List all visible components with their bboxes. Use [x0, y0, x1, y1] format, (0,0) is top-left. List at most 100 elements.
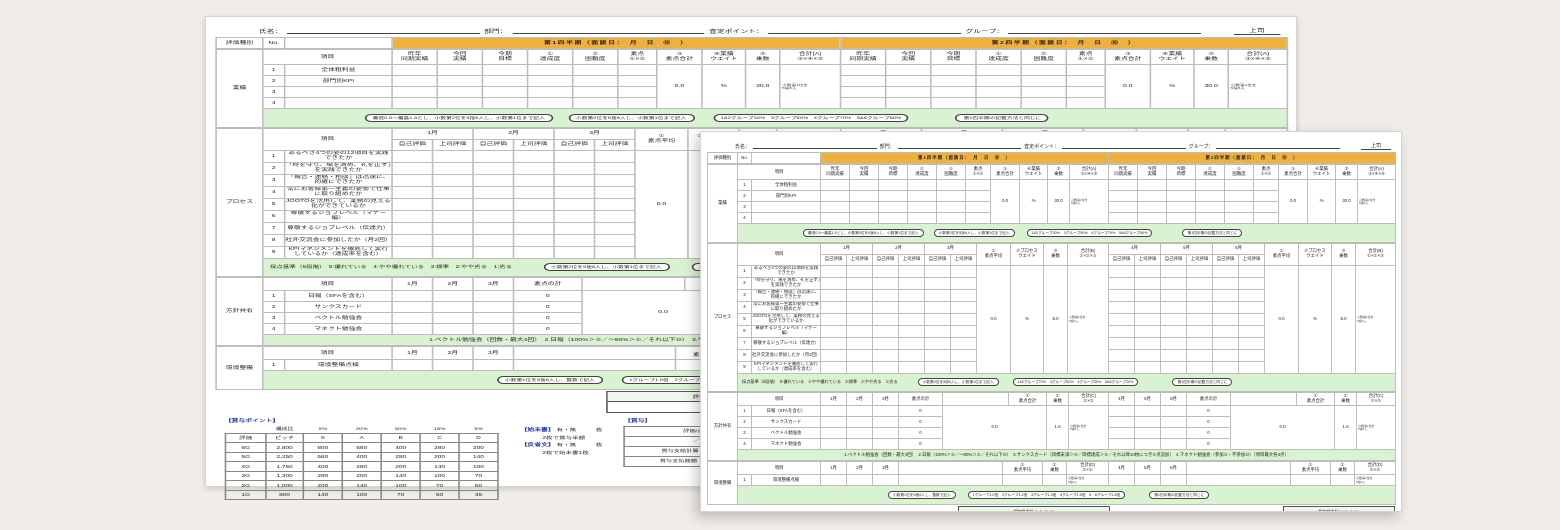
eval-type-input-cell — [752, 153, 821, 164]
cell: 0 — [1187, 428, 1231, 439]
cell: 5G — [225, 452, 265, 462]
cell — [1291, 475, 1331, 486]
cell: 上司評価 — [1135, 254, 1161, 265]
block: 小数第1位を 5捨6入 — [1357, 424, 1395, 432]
performance-table: 業績 項目 昨年 同期実績今回 実績今期 目標① 達成度② 困難度素点 ①×②③… — [707, 164, 1396, 243]
perf-q1-weight: % — [702, 65, 746, 109]
cell — [821, 191, 850, 202]
cell: 35 — [459, 490, 498, 500]
cell — [899, 361, 925, 373]
cell: 1月 — [821, 462, 847, 475]
cell — [473, 234, 513, 246]
cell — [1109, 417, 1135, 428]
process-item: 社外交流会に参加したか（月2回） — [752, 349, 821, 361]
cell — [433, 222, 473, 234]
cell — [966, 191, 991, 202]
cell: 3 — [738, 428, 752, 439]
cell — [1135, 325, 1161, 337]
cell: 項目 — [263, 278, 392, 291]
cell: D — [459, 433, 498, 443]
cell — [1225, 213, 1254, 224]
cell — [1239, 325, 1265, 337]
policy-item: サンクスカード — [285, 302, 392, 313]
block: 1あるべき4つの姿の12項目を実践できたか 0.0 % 5.0 小数第1位を 5… — [708, 265, 1396, 277]
block: 1環境整備点検 小数第1位を 5捨6入 小数第1位を 5捨6入 — [708, 475, 1396, 486]
cell — [473, 360, 513, 371]
cell — [1187, 349, 1213, 361]
cell — [437, 65, 482, 76]
cell: 2G — [225, 481, 265, 491]
cell — [1109, 439, 1135, 450]
cell — [1109, 349, 1135, 361]
block: 評価ピッチSABCD — [225, 433, 497, 443]
block: 小数第1位を 5捨6入 — [1229, 83, 1287, 91]
cell: 7 — [263, 222, 285, 234]
cell: 200 — [420, 452, 459, 462]
reflection-letter-label: 【反省文】 — [521, 442, 555, 447]
block: 2枚で賞与半額 — [521, 434, 603, 442]
cell — [1187, 265, 1213, 277]
cell — [1187, 462, 1291, 475]
cell: ① 達成度 — [976, 50, 1021, 65]
policy-item: 日報（SFAを含む） — [285, 291, 392, 302]
cell — [951, 337, 977, 349]
cell — [931, 65, 976, 76]
perf-instruction-bar: 最低0.5〜最高1.5とし、小数第2位を5捨6入し、小数第1位まで記入 小数第2… — [738, 224, 1396, 243]
cell — [433, 246, 473, 258]
cell: 20% — [342, 426, 381, 434]
cell: 項目 — [263, 128, 392, 150]
cell: 合計(A) ③×④×⑤ — [1070, 165, 1109, 180]
section-label-process: プロセス — [708, 243, 738, 392]
block: 評価種別 No. 第1四半期（面談日： 月 日 ⑯ ） 第2四半期（面談日： 月… — [216, 38, 1287, 49]
cell: 560 — [303, 452, 342, 462]
cell: 3 — [263, 174, 285, 186]
block: 小数第1位を 5捨6入 — [1069, 424, 1108, 432]
block: 2G1,0002001401007050 — [225, 481, 497, 491]
cell: 50 — [459, 481, 498, 491]
cell — [841, 87, 886, 98]
cell: 1,750 — [266, 462, 303, 472]
cell — [1161, 337, 1187, 349]
policy-item: マネクト勉強会 — [752, 439, 821, 450]
cell — [943, 393, 1009, 406]
cell — [1003, 475, 1043, 486]
cell: 5月 — [1161, 243, 1213, 254]
cell: ① 達成度 — [908, 165, 937, 180]
cell: ③ 素点合計 — [991, 165, 1020, 180]
cell — [908, 213, 937, 224]
block: 1日報（SFAを含む） 0 0.0 1.0 小数第1位を 5捨6入 0 0.0 … — [708, 406, 1396, 417]
cell — [392, 174, 432, 186]
cell: 560 — [342, 443, 381, 453]
cell — [1225, 202, 1254, 213]
env-bubble-q2: 第1四半期の記載方法と同じに — [1149, 491, 1209, 499]
cell — [554, 150, 594, 162]
cell: 5月 — [1135, 462, 1161, 475]
policy-q2-multiplier: 1.0 — [1335, 406, 1357, 450]
cell — [437, 98, 482, 109]
process-item: JOOTOを活用して、業務の見える化ができているか — [285, 198, 392, 210]
block: 評価種別 No. 第1四半期（面談日： 月 日 ⑯ ） 第2四半期（面談日： 月… — [708, 153, 1396, 164]
cell — [1239, 313, 1265, 325]
cell — [1187, 337, 1213, 349]
cell: 3 — [738, 202, 752, 213]
cell — [433, 174, 473, 186]
block: 最低0.5〜最高1.5とし、小数第2位を5捨6入し、小数第1位まで記入 小数第2… — [708, 224, 1396, 243]
cell — [573, 98, 618, 109]
item-column-header: 項目 — [738, 165, 821, 180]
cell — [1066, 76, 1105, 87]
cell — [1187, 475, 1291, 486]
performance-table: 業績 項目 昨年 同期実績今回 実績今期 目標① 達成度② 困難度素点 ①×②③… — [215, 49, 1288, 128]
cell — [1239, 277, 1265, 289]
name-underline — [753, 147, 877, 149]
cell: ① 素点平均 — [1291, 462, 1331, 475]
process-item: あるべき4つの姿の12項目を実践できたか — [752, 265, 821, 277]
cell: 100 — [420, 471, 459, 481]
cell — [1161, 475, 1187, 486]
cell: 4 — [263, 186, 285, 198]
cell — [1138, 191, 1167, 202]
env-bubble-2: 1グループ1.0倍 2グループ1.2倍 3グループ1.3倍 4グループ1.5倍 … — [968, 491, 1125, 499]
block: 業績 項目 昨年 同期実績今回 実績今期 目標① 達成度② 困難度素点 ①×②③… — [708, 165, 1396, 180]
cell: 今期 目標 — [1167, 165, 1196, 180]
cell — [899, 349, 925, 361]
policy-item: マネクト勉強会 — [285, 324, 392, 335]
